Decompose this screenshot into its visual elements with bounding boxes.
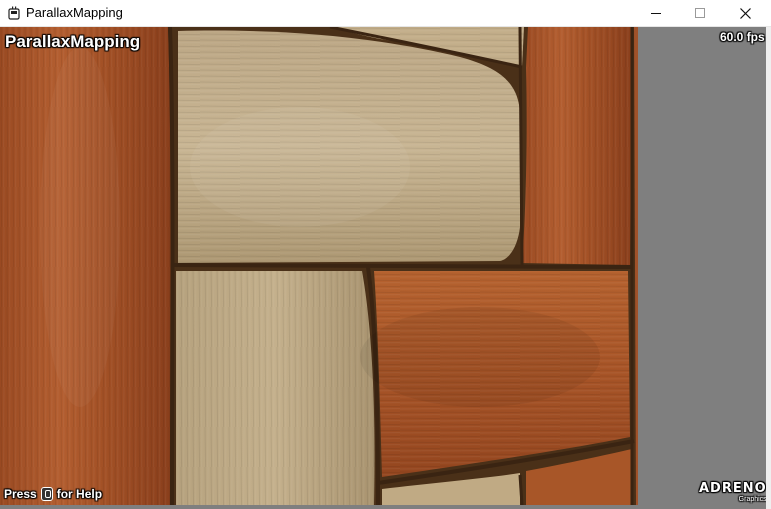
brand-name: ADRENO [699,481,767,496]
mouse-key-icon [40,487,53,501]
brand-logo: ADRENO Graphics [699,482,767,504]
help-suffix: for Help [56,487,103,501]
close-button[interactable] [722,0,768,26]
title-bar[interactable]: ParallaxMapping [0,0,771,27]
maximize-button[interactable] [677,0,723,26]
maximize-icon [695,8,705,18]
fps-counter: 60.0 fps [720,30,765,44]
help-hint: Press for Help [4,487,102,501]
minimize-button[interactable] [633,0,679,26]
app-name-label: ParallaxMapping [5,32,141,51]
render-client-area[interactable]: ParallaxMapping 60.0 fps Press for Help … [0,27,771,509]
minimize-icon [651,13,661,14]
app-icon [8,6,20,20]
window-title: ParallaxMapping [26,5,123,20]
brand-subtitle: Graphics [738,496,767,503]
wood-floor-render [0,27,638,505]
render-viewport[interactable] [0,27,638,505]
help-prefix: Press [4,487,37,501]
close-icon [739,7,751,19]
window-edge [766,27,771,509]
